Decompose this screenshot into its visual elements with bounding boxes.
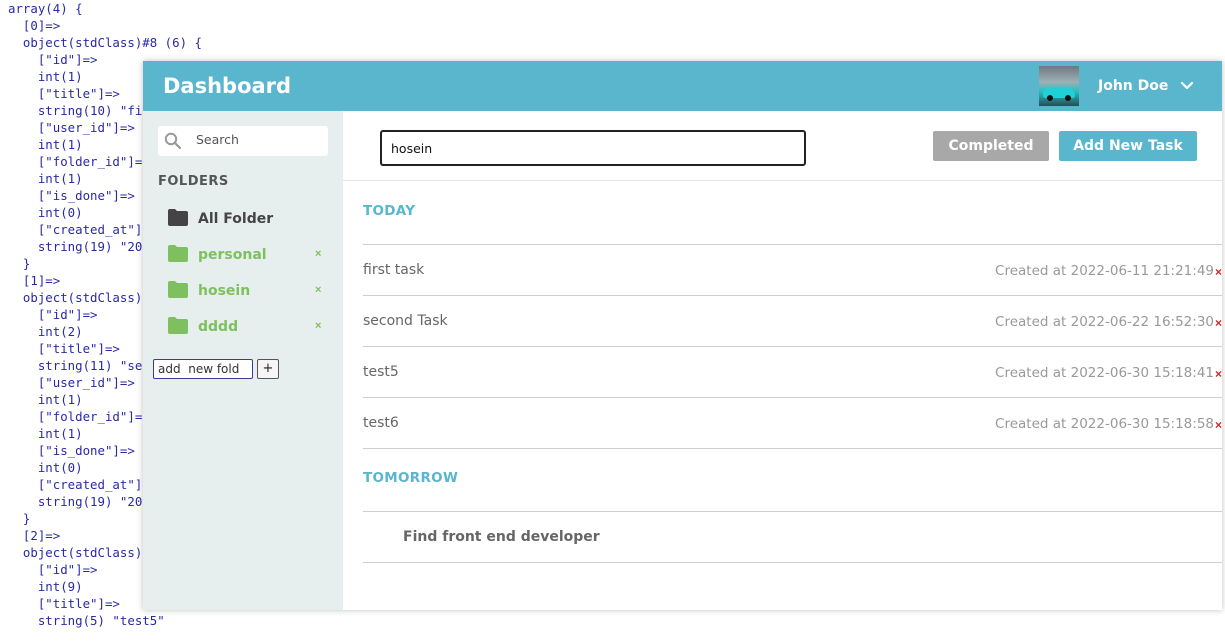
folder-item[interactable]: hosein × (168, 280, 333, 304)
task-row[interactable]: test5 Created at 2022-06-30 15:18:41 × (363, 347, 1222, 397)
dashboard-window: Dashboard John Doe FOLDERS All Folder per… (143, 61, 1222, 610)
folder-icon (168, 245, 188, 262)
task-group-title: TODAY (363, 203, 416, 219)
task-created-date: Created at 2022-06-30 15:18:58 (995, 416, 1214, 432)
add-new-task-button[interactable]: Add New Task (1059, 131, 1197, 161)
task-created-date: Created at 2022-06-11 21:21:49 (995, 263, 1214, 279)
user-name[interactable]: John Doe (1098, 78, 1168, 94)
row-divider (363, 562, 1222, 563)
task-title: second Task (363, 313, 448, 329)
task-title: Find front end developer (403, 529, 600, 545)
task-row[interactable]: test6 Created at 2022-06-30 15:18:58 × (363, 398, 1222, 448)
dump-line: array(4) { (8, 1, 83, 16)
folder-icon (168, 209, 188, 226)
task-row[interactable]: Find front end developer (363, 512, 1222, 562)
folders-heading: FOLDERS (158, 174, 229, 189)
task-row[interactable]: first task Created at 2022-06-11 21:21:49… (363, 245, 1222, 295)
search-input[interactable] (196, 132, 321, 147)
folder-item[interactable]: personal × (168, 244, 333, 268)
app-title: Dashboard (163, 74, 292, 98)
delete-task-icon[interactable]: × (1215, 316, 1222, 330)
search-icon (164, 132, 182, 150)
completed-button[interactable]: Completed (933, 131, 1049, 161)
new-folder-input[interactable] (153, 359, 253, 379)
folder-label: hosein (198, 283, 251, 299)
chevron-down-icon[interactable] (1179, 77, 1195, 93)
folder-icon (168, 281, 188, 298)
delete-folder-icon[interactable]: × (315, 284, 321, 296)
folder-label: All Folder (198, 211, 274, 227)
folder-item[interactable]: dddd × (168, 316, 333, 340)
header-bar: Dashboard John Doe (143, 61, 1222, 111)
search-box[interactable] (158, 126, 328, 156)
delete-folder-icon[interactable]: × (315, 320, 321, 332)
dump-line: object(stdClass)#8 (6) { (8, 35, 202, 50)
sidebar: FOLDERS All Folderpersonal×hosein×dddd× … (143, 111, 343, 610)
avatar[interactable] (1039, 66, 1079, 106)
task-title: test5 (363, 364, 399, 380)
folder-label: personal (198, 247, 267, 263)
add-folder-button[interactable]: + (257, 359, 279, 379)
delete-task-icon[interactable]: × (1215, 265, 1222, 279)
delete-folder-icon[interactable]: × (315, 248, 321, 260)
dump-line: string(5) "test5" (8, 613, 165, 628)
task-title: test6 (363, 415, 399, 431)
task-title: first task (363, 262, 425, 278)
folder-label: dddd (198, 319, 239, 335)
row-divider (363, 448, 1222, 449)
delete-task-icon[interactable]: × (1215, 418, 1222, 432)
dump-line: [0]=> (8, 18, 61, 33)
delete-task-icon[interactable]: × (1215, 367, 1222, 381)
task-created-date: Created at 2022-06-22 16:52:30 (995, 314, 1214, 330)
task-row[interactable]: second Task Created at 2022-06-22 16:52:3… (363, 296, 1222, 346)
new-task-input[interactable] (380, 130, 806, 166)
main-panel: Completed Add New Task TODAY first task Cr… (343, 111, 1222, 610)
folder-item[interactable]: All Folder (168, 208, 333, 232)
toolbar-divider (343, 180, 1222, 181)
task-group-title: TOMORROW (363, 470, 459, 486)
folder-icon (168, 317, 188, 334)
task-created-date: Created at 2022-06-30 15:18:41 (995, 365, 1214, 381)
